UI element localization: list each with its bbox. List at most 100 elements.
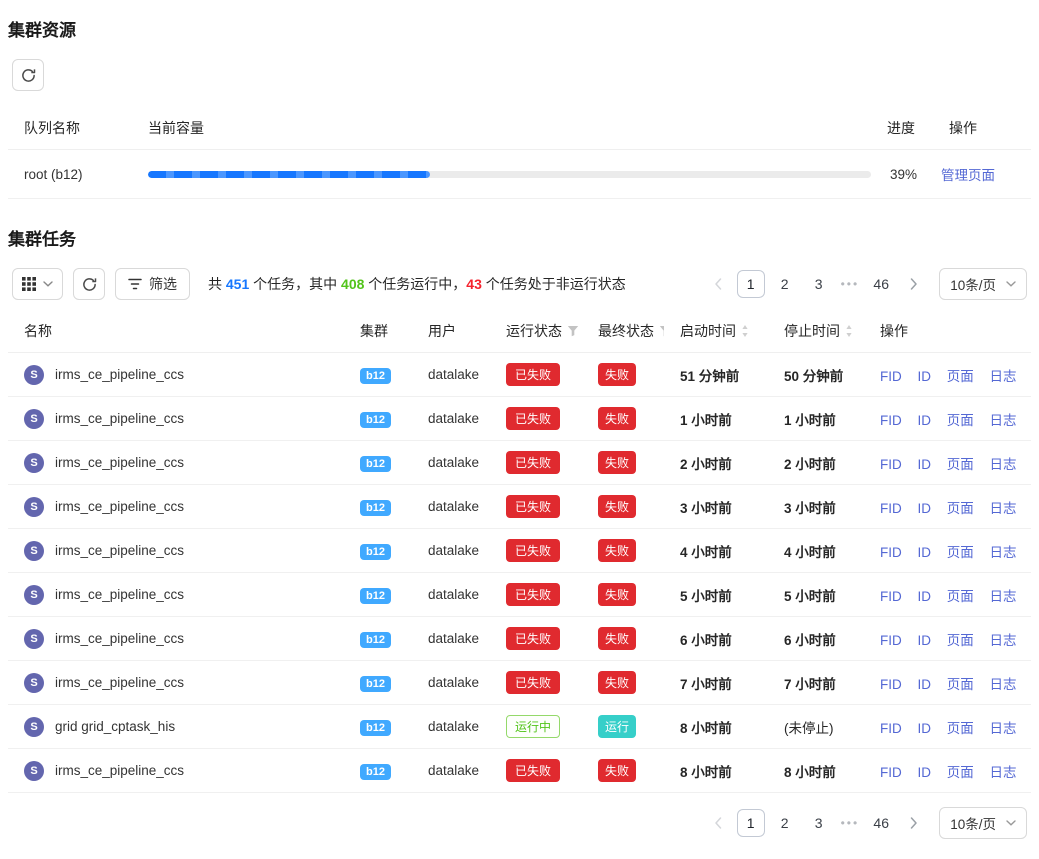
table-row: S irms_ce_pipeline_ccs b12 datalake 已失败 … [8, 749, 1031, 793]
id-link[interactable]: ID [918, 413, 932, 428]
page-button-3[interactable]: 3 [805, 270, 833, 298]
fid-link[interactable]: FID [880, 413, 902, 428]
sort-icon[interactable] [741, 324, 749, 338]
task-name: irms_ce_pipeline_ccs [55, 675, 184, 690]
page-button-last[interactable]: 46 [867, 809, 895, 837]
task-user: datalake [428, 631, 479, 646]
col-queue-name: 队列名称 [8, 107, 132, 150]
fid-link[interactable]: FID [880, 457, 902, 472]
tasks-refresh-button[interactable] [73, 268, 105, 300]
prev-page-button[interactable] [705, 810, 731, 836]
resources-title: 集群资源 [8, 16, 1031, 41]
fid-link[interactable]: FID [880, 721, 902, 736]
page-button-1[interactable]: 1 [737, 809, 765, 837]
task-name: irms_ce_pipeline_ccs [55, 543, 184, 558]
page-button-1[interactable]: 1 [737, 270, 765, 298]
stop-time: 8 小时前 [784, 765, 836, 780]
final-status-filter-icon[interactable] [659, 325, 664, 337]
stop-time: 5 小时前 [784, 589, 836, 604]
fid-link[interactable]: FID [880, 633, 902, 648]
log-link[interactable]: 日志 [990, 545, 1017, 560]
page-link[interactable]: 页面 [947, 677, 974, 692]
log-link[interactable]: 日志 [990, 501, 1017, 516]
fid-link[interactable]: FID [880, 765, 902, 780]
stop-time: 3 小时前 [784, 501, 836, 516]
log-link[interactable]: 日志 [990, 457, 1017, 472]
col-capacity: 当前容量 [132, 107, 871, 150]
fid-link[interactable]: FID [880, 545, 902, 560]
page-button-3[interactable]: 3 [805, 809, 833, 837]
next-page-button[interactable] [901, 271, 927, 297]
spark-avatar: S [24, 629, 44, 649]
cluster-badge: b12 [360, 764, 391, 780]
spark-avatar: S [24, 409, 44, 429]
fid-link[interactable]: FID [880, 677, 902, 692]
id-link[interactable]: ID [918, 677, 932, 692]
page-size-value: 10条/页 [950, 813, 996, 833]
log-link[interactable]: 日志 [990, 677, 1017, 692]
spark-avatar: S [24, 717, 44, 737]
table-row: S irms_ce_pipeline_ccs b12 datalake 已失败 … [8, 661, 1031, 705]
id-link[interactable]: ID [918, 545, 932, 560]
page-ellipsis[interactable]: ••• [839, 277, 862, 291]
log-link[interactable]: 日志 [990, 589, 1017, 604]
page-button-2[interactable]: 2 [771, 809, 799, 837]
cluster-badge: b12 [360, 720, 391, 736]
page-size-select[interactable]: 10条/页 [939, 268, 1027, 300]
id-link[interactable]: ID [918, 501, 932, 516]
id-link[interactable]: ID [918, 633, 932, 648]
run-status-badge: 已失败 [506, 407, 560, 430]
refresh-icon [82, 277, 97, 292]
filter-button[interactable]: 筛选 [115, 268, 190, 300]
next-page-button[interactable] [901, 810, 927, 836]
page-button-2[interactable]: 2 [771, 270, 799, 298]
page-link[interactable]: 页面 [947, 633, 974, 648]
col-stop-time[interactable]: 停止时间 [768, 310, 864, 353]
page-link[interactable]: 页面 [947, 765, 974, 780]
page-link[interactable]: 页面 [947, 589, 974, 604]
log-link[interactable]: 日志 [990, 413, 1017, 428]
tasks-table: 名称 集群 用户 运行状态 最终状态 启动时间 [8, 310, 1031, 793]
resources-refresh-button[interactable] [12, 59, 44, 91]
run-status-filter-icon[interactable] [567, 325, 579, 337]
task-name: irms_ce_pipeline_ccs [55, 455, 184, 470]
cluster-badge: b12 [360, 412, 391, 428]
page-link[interactable]: 页面 [947, 413, 974, 428]
log-link[interactable]: 日志 [990, 765, 1017, 780]
tasks-toolbar: 筛选 共 451 个任务，其中 408 个任务运行中，43 个任务处于非运行状态… [12, 268, 1027, 300]
stop-time: 4 小时前 [784, 545, 836, 560]
id-link[interactable]: ID [918, 369, 932, 384]
task-user: datalake [428, 411, 479, 426]
page-link[interactable]: 页面 [947, 457, 974, 472]
id-link[interactable]: ID [918, 589, 932, 604]
manage-page-link[interactable]: 管理页面 [941, 168, 995, 183]
page-link[interactable]: 页面 [947, 721, 974, 736]
sort-icon[interactable] [845, 324, 853, 338]
task-user: datalake [428, 675, 479, 690]
id-link[interactable]: ID [918, 721, 932, 736]
col-name: 名称 [8, 310, 344, 353]
page-size-select[interactable]: 10条/页 [939, 807, 1027, 839]
prev-page-button[interactable] [705, 271, 731, 297]
log-link[interactable]: 日志 [990, 633, 1017, 648]
start-time: 2 小时前 [680, 457, 732, 472]
task-user: datalake [428, 367, 479, 382]
fid-link[interactable]: FID [880, 589, 902, 604]
page-link[interactable]: 页面 [947, 369, 974, 384]
page-button-last[interactable]: 46 [867, 270, 895, 298]
page-link[interactable]: 页面 [947, 501, 974, 516]
fid-link[interactable]: FID [880, 369, 902, 384]
id-link[interactable]: ID [918, 457, 932, 472]
log-link[interactable]: 日志 [990, 369, 1017, 384]
column-settings-button[interactable] [12, 268, 63, 300]
task-name: irms_ce_pipeline_ccs [55, 631, 184, 646]
fid-link[interactable]: FID [880, 501, 902, 516]
task-user: datalake [428, 763, 479, 778]
start-time: 7 小时前 [680, 677, 732, 692]
col-start-time[interactable]: 启动时间 [664, 310, 768, 353]
page-link[interactable]: 页面 [947, 545, 974, 560]
page-ellipsis[interactable]: ••• [839, 816, 862, 830]
id-link[interactable]: ID [918, 765, 932, 780]
start-time: 51 分钟前 [680, 369, 739, 384]
log-link[interactable]: 日志 [990, 721, 1017, 736]
